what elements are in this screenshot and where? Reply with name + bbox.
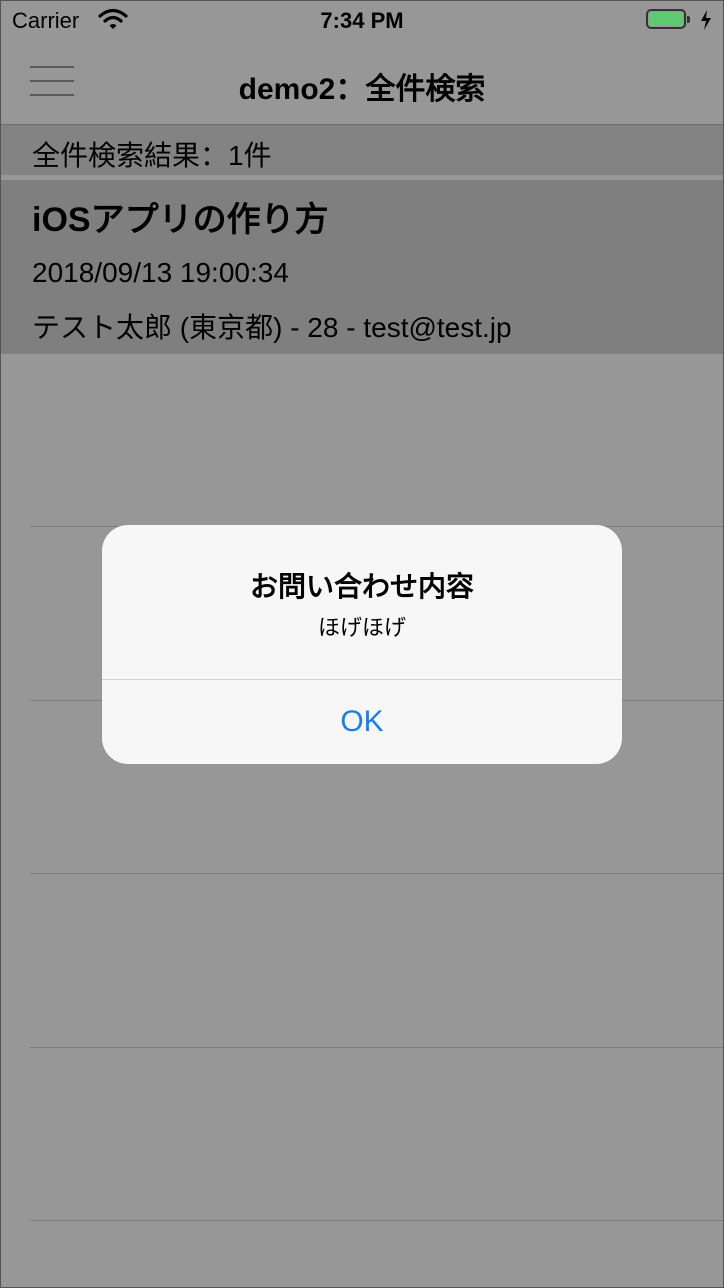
result-detail: テスト太郎 (東京都) - 28 - test@test.jp <box>32 312 512 343</box>
result-date: 2018/09/13 19:00:34 <box>32 257 289 288</box>
status-bar: Carrier 7:34 PM <box>0 0 724 40</box>
navigation-bar: demo2：全件検索 <box>0 40 724 125</box>
status-time: 7:34 PM <box>320 8 404 33</box>
alert-dialog: お問い合わせ内容 ほげほげ OK <box>102 525 622 764</box>
charging-bolt-icon <box>701 10 711 30</box>
page-title: demo2：全件検索 <box>238 73 486 106</box>
results-count-label: 全件検索結果：1件 <box>32 140 272 171</box>
result-title: iOSアプリの作り方 <box>32 201 329 239</box>
result-row[interactable]: iOSアプリの作り方 2018/09/13 19:00:34 テスト太郎 (東京… <box>0 180 724 354</box>
alert-message: ほげほげ <box>317 615 406 640</box>
table-row-divider <box>30 1220 724 1221</box>
alert-title: お問い合わせ内容 <box>249 571 474 602</box>
table-row-divider <box>30 873 724 874</box>
ok-button[interactable]: OK <box>102 680 622 764</box>
results-count-header: 全件検索結果：1件 <box>0 125 724 175</box>
table-row-divider <box>30 1047 724 1048</box>
battery-icon <box>646 9 692 31</box>
